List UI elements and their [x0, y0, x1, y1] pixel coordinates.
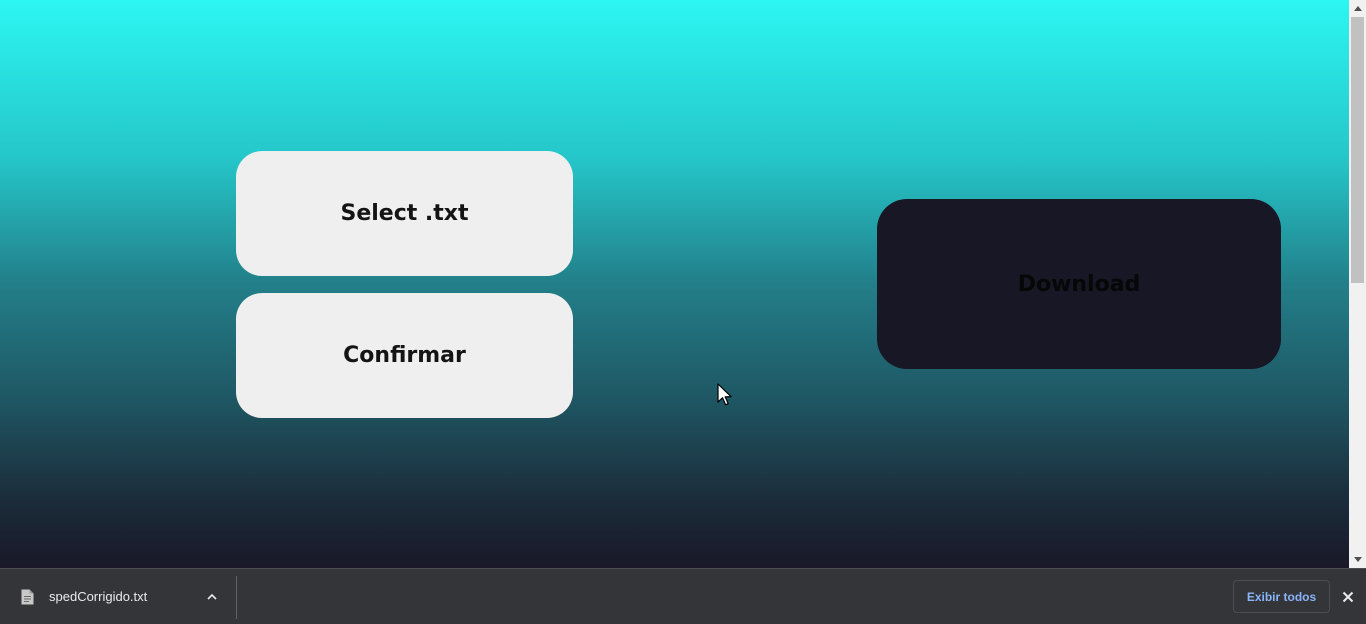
confirm-button[interactable]: Confirmar	[236, 293, 573, 418]
download-label: Download	[1017, 271, 1141, 297]
download-shelf: spedCorrigido.txt Exibir todos	[0, 568, 1366, 624]
divider	[236, 576, 237, 619]
close-icon[interactable]	[1340, 589, 1356, 605]
download-file-name: spedCorrigido.txt	[49, 589, 148, 604]
select-txt-button[interactable]: Select .txt	[236, 151, 573, 276]
file-icon	[21, 589, 34, 605]
download-button[interactable]: Download	[877, 199, 1281, 369]
vertical-scrollbar[interactable]	[1349, 0, 1366, 568]
scroll-down-arrow-icon[interactable]	[1349, 551, 1366, 568]
mouse-pointer-icon	[717, 383, 732, 406]
confirm-label: Confirmar	[343, 343, 466, 368]
scrollbar-thumb[interactable]	[1351, 17, 1364, 283]
scroll-up-arrow-icon[interactable]	[1349, 0, 1366, 17]
show-all-button[interactable]: Exibir todos	[1233, 580, 1330, 613]
show-all-label: Exibir todos	[1246, 589, 1317, 604]
page-viewport: Select .txt Confirmar Download	[0, 0, 1349, 568]
select-txt-label: Select .txt	[340, 201, 469, 226]
download-item[interactable]: spedCorrigido.txt	[0, 569, 236, 624]
chevron-up-icon[interactable]	[204, 589, 220, 605]
